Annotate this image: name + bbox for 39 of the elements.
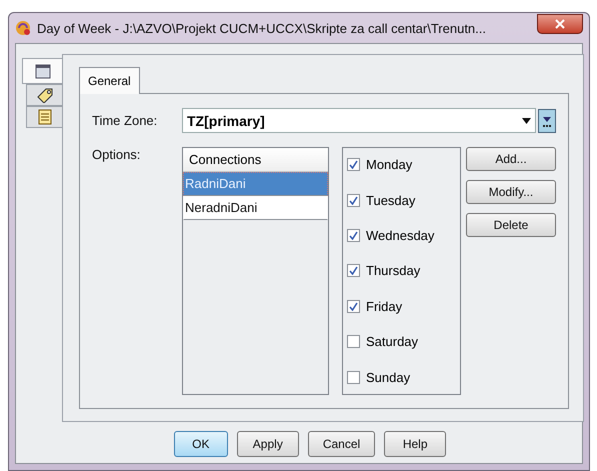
- side-tab[interactable]: [22, 58, 62, 84]
- dialog-button[interactable]: OK: [174, 431, 228, 457]
- checkbox[interactable]: [347, 264, 360, 278]
- browse-button[interactable]: [538, 108, 556, 132]
- caret-icon: [522, 118, 531, 124]
- dialog-button[interactable]: Help: [384, 431, 446, 457]
- options-label: Options:: [92, 147, 142, 162]
- checkbox[interactable]: [347, 335, 360, 348]
- close-icon: [555, 19, 565, 29]
- window-title: Day of Week - J:\AZVO\Projekt CUCM+UCCX\Skripte za call centar\Trenutn...: [37, 20, 487, 36]
- action-button[interactable]: Modify...: [466, 180, 556, 204]
- day-label: Saturday: [366, 334, 418, 350]
- time-zone-label: Time Zone:: [92, 113, 158, 128]
- action-button[interactable]: Add...: [466, 147, 556, 171]
- checkbox[interactable]: [347, 158, 360, 172]
- action-button[interactable]: Delete: [466, 213, 556, 237]
- checkbox[interactable]: [347, 194, 360, 207]
- list-item[interactable]: NeradniDani: [183, 196, 328, 220]
- day-label: Friday: [366, 298, 402, 314]
- general-tab[interactable]: General: [79, 67, 140, 94]
- app-icon: [15, 20, 31, 36]
- day-label: Thursday: [366, 263, 420, 278]
- day-label: Wednesday: [366, 228, 434, 244]
- side-tab[interactable]: [26, 106, 62, 128]
- checkbox[interactable]: [347, 229, 360, 242]
- day-label: Tuesday: [366, 192, 416, 208]
- dialog-button[interactable]: Cancel: [308, 431, 376, 457]
- checkbox[interactable]: [347, 370, 360, 384]
- document-icon: [38, 109, 52, 125]
- checkbox[interactable]: [347, 300, 360, 313]
- side-tab[interactable]: [26, 84, 62, 106]
- time-zone-dropdown[interactable]: TZ[primary]: [182, 108, 536, 133]
- list-header: Connections: [183, 148, 328, 172]
- close-button[interactable]: [537, 14, 583, 34]
- dialog-button[interactable]: Apply: [236, 431, 299, 457]
- tag-icon: [36, 87, 54, 103]
- calendar-icon: [34, 63, 50, 79]
- day-label: Monday: [366, 157, 412, 172]
- day-label: Sunday: [366, 370, 410, 385]
